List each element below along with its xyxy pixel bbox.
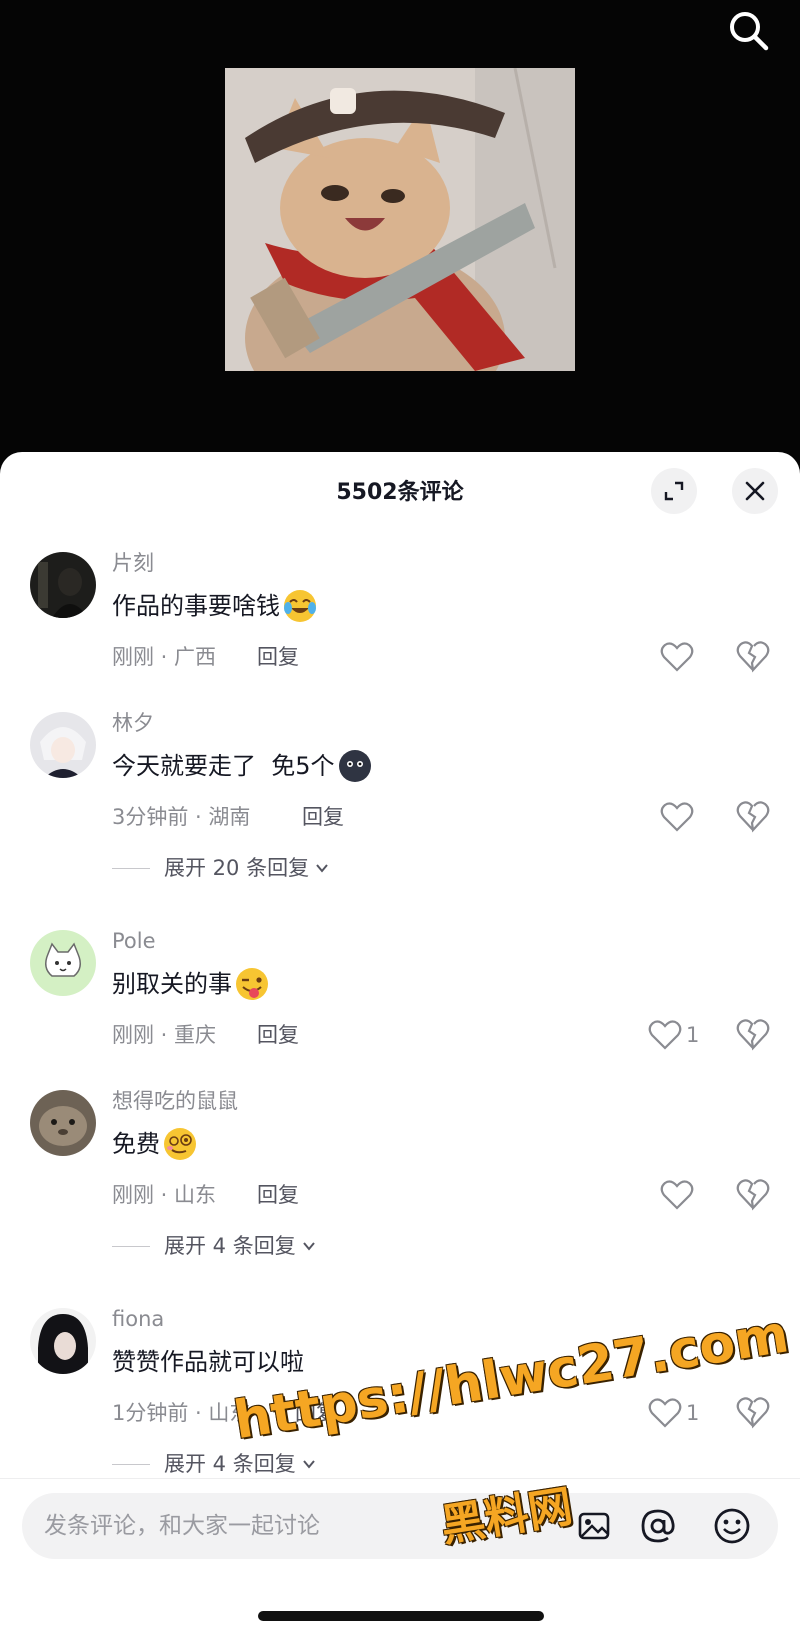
divider [112,867,150,869]
expand-replies-label: 展开 4 条回复 [164,1234,296,1258]
comment-input[interactable]: 发条评论，和大家一起讨论 [22,1493,778,1559]
like-button[interactable] [660,799,698,835]
comment-meta: 刚刚 · 重庆 [112,1023,217,1047]
like-count: 1 [686,1401,700,1425]
comment-text: 免费 [112,1126,198,1162]
comment-meta: 1分钟前 · 山东 [112,1401,251,1425]
divider [112,1245,150,1247]
heart-icon [660,1180,694,1210]
crying-laughing-emoji [282,588,318,624]
like-count: 1 [686,1023,700,1047]
expand-replies-label: 展开 4 条回复 [164,1452,296,1476]
comment-username[interactable]: 林夕 [112,708,154,738]
comment-username[interactable]: Pole [112,926,156,956]
comment-text: 作品的事要啥钱 [112,588,318,624]
chevron-down-icon [302,1242,315,1251]
comment-text: 赞赞作品就可以啦 [112,1344,304,1380]
comment-input-bar: 发条评论，和大家一起讨论 [0,1478,800,1633]
expand-replies-button[interactable]: 展开 4 条回复 [112,1231,318,1261]
comment-text: 别取关的事 [112,966,270,1002]
comment-text-content: 赞赞作品就可以啦 [112,1348,304,1376]
broken-heart-icon[interactable] [735,1395,771,1431]
comment-input-placeholder: 发条评论，和大家一起讨论 [44,1513,320,1539]
comment-text-content: 作品的事要啥钱 [112,592,280,620]
avatar[interactable] [30,930,96,996]
reply-button[interactable]: 回复 [295,1398,337,1428]
reply-button[interactable]: 回复 [257,1180,299,1210]
reply-button[interactable]: 回复 [257,1020,299,1050]
dark-blob-emoji [337,748,373,784]
expand-replies-button[interactable]: 展开 4 条回复 [112,1449,318,1479]
comment-text: 今天就要走了 免5个 [112,748,373,784]
like-button[interactable]: 1 [648,1395,699,1431]
heart-icon [648,1020,682,1050]
avatar[interactable] [30,1308,96,1374]
like-button[interactable] [660,1177,698,1213]
comment-meta: 刚刚 · 山东 [112,1183,217,1207]
comment-meta: 刚刚 · 广西 [112,645,217,669]
video-cover-image [225,68,575,371]
divider [112,1463,150,1465]
comment-text-content: 今天就要走了 免5个 [112,752,335,780]
video-area[interactable] [0,0,800,470]
heart-icon [660,802,694,832]
reply-button[interactable]: 回复 [257,642,299,672]
comment-username[interactable]: fiona [112,1304,164,1334]
avatar[interactable] [30,1090,96,1156]
broken-heart-icon[interactable] [735,799,771,835]
expand-icon[interactable] [651,468,697,514]
reply-button[interactable]: 回复 [302,802,344,832]
winking-tongue-emoji [234,966,270,1002]
close-icon[interactable] [732,468,778,514]
heart-icon [660,642,694,672]
at-icon[interactable] [638,1506,678,1546]
comment-text-content: 别取关的事 [112,970,232,998]
like-button[interactable]: 1 [648,1017,699,1053]
like-button[interactable] [660,639,698,675]
broken-heart-icon[interactable] [735,1017,771,1053]
expand-replies-label: 展开 20 条回复 [164,856,310,880]
heart-icon [648,1398,682,1428]
comment-username[interactable]: 片刻 [112,548,154,578]
home-indicator [258,1611,544,1621]
chevron-down-icon [316,864,328,873]
comment-sheet: 5502条评论 片刻 作品的事要啥钱 刚刚 · 广西 回复 林夕 今天就要走了 … [0,452,800,1633]
chevron-down-icon [302,1460,315,1469]
comment-username[interactable]: 想得吃的鼠鼠 [112,1086,238,1116]
broken-heart-icon[interactable] [735,1177,771,1213]
comment-text-content: 免费 [112,1130,160,1158]
woozy-face-emoji [162,1126,198,1162]
search-icon[interactable] [724,6,772,54]
avatar[interactable] [30,712,96,778]
comment-meta: 3分钟前 · 湖南 [112,805,251,829]
broken-heart-icon[interactable] [735,639,771,675]
image-icon[interactable] [574,1506,614,1546]
expand-replies-button[interactable]: 展开 20 条回复 [112,853,331,883]
avatar[interactable] [30,552,96,618]
smiley-icon[interactable] [712,1506,752,1546]
